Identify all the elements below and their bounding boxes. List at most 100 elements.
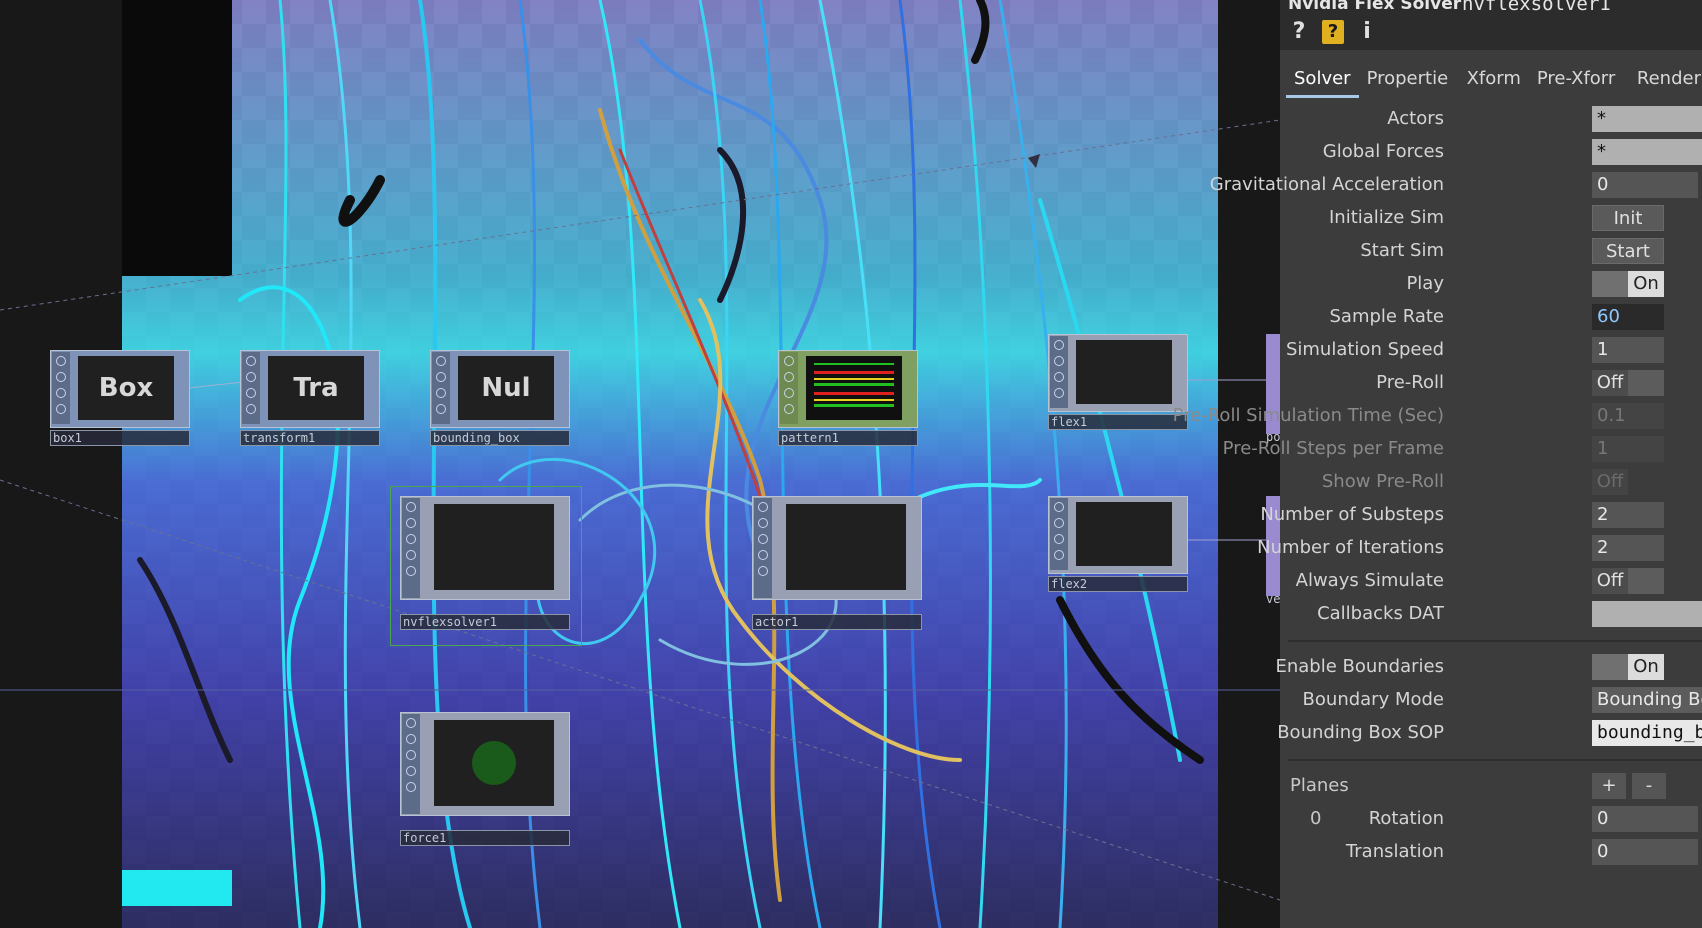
param-label: Always Simulate <box>1295 570 1444 591</box>
network-editor[interactable]: Box box1 Tra transform1 Nul bounding_box… <box>0 0 1280 928</box>
viewer-cyan-bar <box>122 870 232 906</box>
viewer-black-region <box>122 0 232 276</box>
parameter-panel: Nvidia Flex Solver nvflexsolver1 ? ? i S… <box>1173 0 1702 928</box>
param-substeps: Number of Substeps 2 <box>1260 500 1702 530</box>
pre-roll-steps-field[interactable]: 1 <box>1592 436 1664 462</box>
param-grav-accel: Gravitational Acceleration 0 <box>1210 170 1702 200</box>
rotation-field[interactable]: 0 <box>1592 806 1698 832</box>
param-callbacks-dat: Callbacks DAT <box>1280 599 1702 629</box>
tab-render[interactable]: Render <box>1629 62 1702 98</box>
viewer-background <box>122 0 1218 928</box>
toggle-state: Off <box>1592 469 1628 495</box>
param-label: Sample Rate <box>1329 306 1445 327</box>
callbacks-field[interactable] <box>1592 601 1702 627</box>
divider <box>1288 759 1702 761</box>
param-label: Enable Boundaries <box>1275 656 1444 677</box>
pattern-bars <box>814 363 894 413</box>
param-label: Gravitational Acceleration <box>1209 174 1444 195</box>
pre-roll-time-field[interactable]: 0.1 <box>1592 403 1664 429</box>
param-label: Simulation Speed <box>1285 339 1444 360</box>
planes-label: Planes <box>1290 775 1349 796</box>
enable-boundaries-toggle[interactable]: On <box>1592 654 1664 680</box>
sample-rate-field[interactable]: 60 <box>1592 304 1664 330</box>
show-pre-roll-toggle[interactable]: Off <box>1592 469 1632 495</box>
help-icon[interactable]: ? <box>1288 20 1310 44</box>
param-enable-boundaries: Enable Boundaries On <box>1275 652 1702 682</box>
param-label: Play <box>1406 273 1444 294</box>
node-flags[interactable] <box>402 714 420 814</box>
node-viewer-actor <box>786 504 906 590</box>
iterations-field[interactable]: 2 <box>1592 535 1664 561</box>
start-button[interactable]: Start <box>1592 238 1664 264</box>
node-flags[interactable] <box>402 498 420 598</box>
param-label: Number of Substeps <box>1260 504 1444 525</box>
node-label: actor1 <box>752 614 922 630</box>
node-label: ve <box>1266 592 1280 606</box>
pre-roll-toggle[interactable]: Off <box>1592 370 1664 396</box>
node-label: flex2 <box>1048 576 1188 592</box>
bbox-sop-field[interactable]: bounding_b <box>1592 720 1702 746</box>
node-flags[interactable] <box>754 498 772 598</box>
grav-accel-field[interactable]: 0 <box>1592 172 1698 198</box>
node-label: force1 <box>400 830 570 846</box>
force-dot-icon <box>472 741 516 785</box>
param-translation: Translation 0 <box>1280 837 1702 867</box>
toggle-state: Off <box>1592 370 1628 396</box>
tab-properties[interactable]: Propertie <box>1359 62 1459 98</box>
node-label: nvflexsolver1 <box>400 614 570 630</box>
node-flags[interactable] <box>242 352 260 424</box>
node-label: bounding_box <box>430 430 570 446</box>
boundary-mode-menu[interactable]: Bounding Bo <box>1592 687 1702 713</box>
node-viewer-box: Box <box>78 356 174 420</box>
param-sample-rate: Sample Rate 60 <box>1280 302 1702 332</box>
add-plane-button[interactable]: + <box>1592 773 1626 799</box>
node-flags[interactable] <box>52 352 70 424</box>
param-always-simulate: Always Simulate Off <box>1280 566 1702 596</box>
tab-xform[interactable]: Xform <box>1459 62 1529 98</box>
node-name-field[interactable]: nvflexsolver1 <box>1462 0 1611 15</box>
param-boundary-mode: Boundary Mode Bounding Bo <box>1280 685 1702 715</box>
always-simulate-toggle[interactable]: Off <box>1592 568 1664 594</box>
node-viewer-solver <box>434 504 554 590</box>
node-label: transform1 <box>240 430 380 446</box>
param-label: Number of Iterations <box>1257 537 1444 558</box>
param-label: Pre-Roll Steps per Frame <box>1222 438 1444 459</box>
param-label: Bounding Box SOP <box>1277 722 1444 743</box>
panel-title: Nvidia Flex Solver <box>1288 0 1462 14</box>
node-label: pattern1 <box>778 430 918 446</box>
param-label: Rotation <box>1368 808 1444 829</box>
node-viewer-pattern <box>806 356 902 420</box>
param-label: Show Pre-Roll <box>1321 471 1444 492</box>
node-flags[interactable] <box>780 352 798 424</box>
actors-field[interactable]: * <box>1592 106 1702 132</box>
remove-plane-button[interactable]: - <box>1632 773 1666 799</box>
node-flags[interactable] <box>1050 498 1068 570</box>
node-viewer-null: Nul <box>458 356 554 420</box>
init-button[interactable]: Init <box>1592 205 1664 231</box>
python-help-icon[interactable]: ? <box>1322 20 1344 44</box>
panel-header: Nvidia Flex Solver nvflexsolver1 ? ? i <box>1280 0 1702 50</box>
param-label: Actors <box>1387 108 1444 129</box>
toggle-state: On <box>1628 654 1664 680</box>
tab-pre-xform[interactable]: Pre-Xforr <box>1529 62 1629 98</box>
node-flags[interactable] <box>1050 336 1068 408</box>
param-pre-roll: Pre-Roll Off <box>1280 368 1702 398</box>
node-flags[interactable] <box>432 352 450 424</box>
param-label: Global Forces <box>1322 141 1444 162</box>
translation-field[interactable]: 0 <box>1592 839 1698 865</box>
node-viewer-flex2 <box>1076 502 1172 566</box>
global-forces-field[interactable]: * <box>1592 139 1702 165</box>
param-iterations: Number of Iterations 2 <box>1257 533 1702 563</box>
toggle-state: On <box>1628 271 1664 297</box>
param-actors: Actors * <box>1280 104 1702 134</box>
sim-speed-field[interactable]: 1 <box>1592 337 1664 363</box>
play-toggle[interactable]: On <box>1592 271 1664 297</box>
param-pre-roll-steps: Pre-Roll Steps per Frame 1 <box>1223 434 1702 464</box>
node-viewer-transform: Tra <box>268 356 364 420</box>
param-label: Initialize Sim <box>1328 207 1444 228</box>
tab-solver[interactable]: Solver <box>1286 62 1359 98</box>
info-icon[interactable]: i <box>1356 20 1378 44</box>
substeps-field[interactable]: 2 <box>1592 502 1664 528</box>
param-label: Callbacks DAT <box>1317 603 1444 624</box>
node-viewer-flex1 <box>1076 340 1172 404</box>
